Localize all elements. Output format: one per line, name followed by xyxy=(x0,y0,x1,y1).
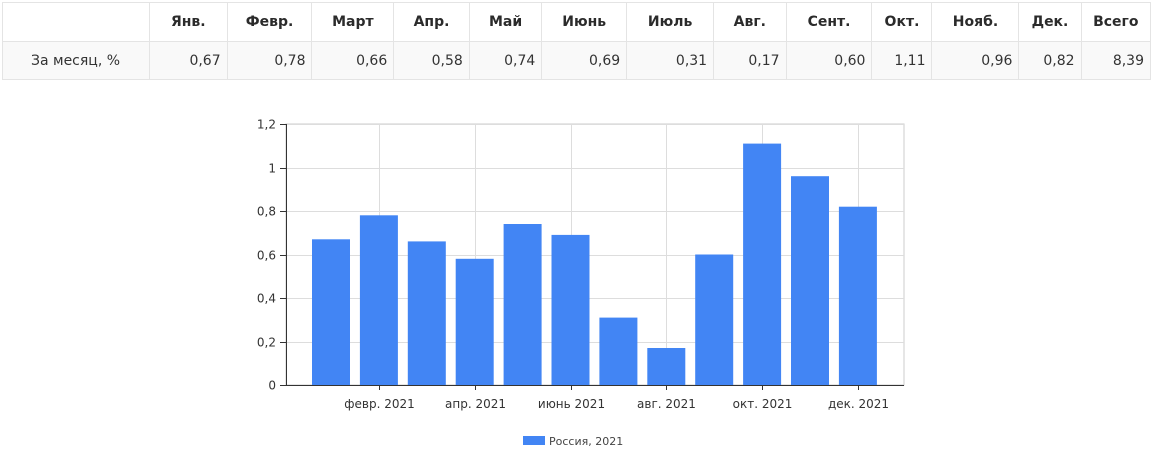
header-cell-feb: Февр. xyxy=(226,2,313,42)
bar-8 xyxy=(647,348,686,385)
row-label-monthly: За месяц, % xyxy=(2,41,150,80)
table-cell-feb: 0,78 xyxy=(226,41,313,80)
header-cell-oct: Окт. xyxy=(871,2,933,42)
x-tick-label: апр. 2021 xyxy=(445,397,506,411)
inflation-table: Янв. Февр. Март Апр. Май Июнь Июль Авг. … xyxy=(2,2,1152,80)
header-cell-jan: Янв. xyxy=(148,2,228,42)
table-cell-jan: 0,67 xyxy=(148,41,228,80)
bar-1 xyxy=(312,239,350,385)
y-tick-label: 1 xyxy=(268,162,276,176)
header-cell-total: Всего xyxy=(1080,2,1152,42)
header-cell-jun: Июнь xyxy=(541,2,628,42)
table-cell-nov: 0,96 xyxy=(931,41,1020,80)
y-tick-label: 0,8 xyxy=(257,205,276,219)
y-tick-label: 0 xyxy=(268,379,276,393)
chart-legend[interactable]: Россия, 2021 xyxy=(523,435,623,448)
y-tick-label: 1,2 xyxy=(257,118,276,132)
y-tick-label: 0,4 xyxy=(257,292,276,306)
bar-12 xyxy=(838,206,877,385)
header-cell-aug: Авг. xyxy=(713,2,787,42)
y-tick-label: 0,2 xyxy=(257,336,276,350)
inflation-table-container: Янв. Февр. Март Апр. Май Июнь Июль Авг. … xyxy=(2,2,1152,80)
table-row: За месяц, % 0,67 0,78 0,66 0,58 0,74 0,6… xyxy=(2,41,1152,80)
x-tick-label: авг. 2021 xyxy=(637,397,696,411)
header-cell-dec: Дек. xyxy=(1018,2,1082,42)
table-header-row: Янв. Февр. Март Апр. Май Июнь Июль Авг. … xyxy=(2,2,1152,42)
y-tick-label: 0,6 xyxy=(257,249,276,263)
x-tick-label: дек. 2021 xyxy=(828,397,889,411)
inflation-bar-chart: 0 0,2 0,4 0,6 0,8 1 1,2 февр. 2021 апр. 2021 июнь… xyxy=(257,118,905,448)
header-cell-nov: Нояб. xyxy=(931,2,1020,42)
header-cell-may: Май xyxy=(468,2,543,42)
table-cell-may: 0,74 xyxy=(468,41,543,80)
table-cell-mar: 0,66 xyxy=(311,41,395,80)
legend-label: Россия, 2021 xyxy=(549,435,623,448)
bar-7 xyxy=(599,317,638,385)
x-tick-label: окт. 2021 xyxy=(733,397,793,411)
table-cell-apr: 0,58 xyxy=(393,41,470,80)
table-cell-dec: 0,82 xyxy=(1018,41,1082,80)
table-cell-oct: 1,11 xyxy=(871,41,933,80)
table-cell-total: 8,39 xyxy=(1080,41,1152,80)
bar-9 xyxy=(695,254,734,385)
legend-swatch xyxy=(523,436,545,445)
table-cell-sep: 0,60 xyxy=(785,41,873,80)
bar-4 xyxy=(455,258,494,385)
inflation-chart: 0 0,2 0,4 0,6 0,8 1 1,2 февр. 2021 апр. 2021 июнь… xyxy=(0,100,1153,464)
header-cell-mar: Март xyxy=(311,2,395,42)
bar-10 xyxy=(743,143,782,385)
bar-2 xyxy=(359,215,398,385)
x-tick-label: июнь 2021 xyxy=(538,397,605,411)
header-cell-corner xyxy=(2,2,150,42)
table-cell-aug: 0,17 xyxy=(713,41,787,80)
table-cell-jul: 0,31 xyxy=(626,41,715,80)
header-cell-apr: Апр. xyxy=(393,2,470,42)
table-cell-jun: 0,69 xyxy=(541,41,628,80)
bar-6 xyxy=(551,234,590,385)
bars-layer xyxy=(312,143,877,385)
bar-3 xyxy=(407,241,446,385)
header-cell-jul: Июль xyxy=(626,2,715,42)
bar-11 xyxy=(791,176,829,385)
x-tick-label: февр. 2021 xyxy=(344,397,415,411)
header-cell-sep: Сент. xyxy=(785,2,873,42)
bar-5 xyxy=(503,224,542,385)
